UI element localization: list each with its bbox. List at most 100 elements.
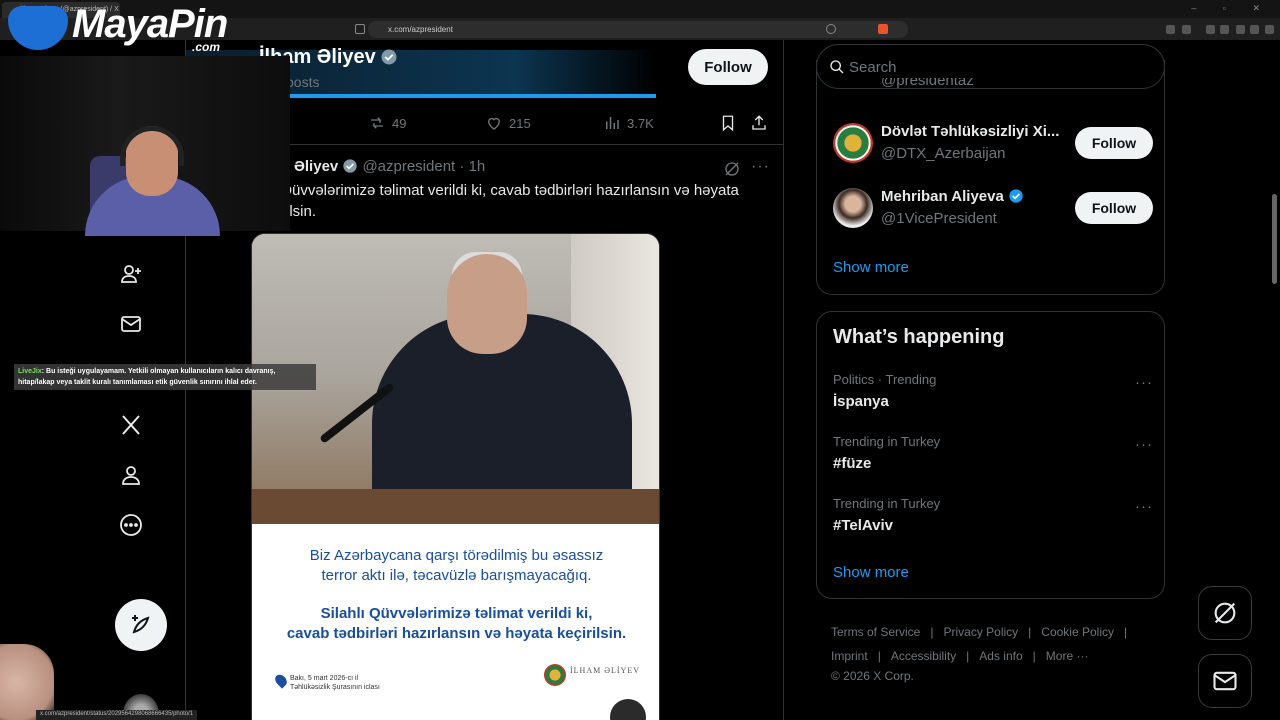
footer-separator: | (1032, 649, 1036, 663)
show-more-link[interactable]: Show more (833, 564, 909, 581)
trend-more-icon[interactable]: ··· (1135, 436, 1153, 453)
location-pin-icon (272, 672, 290, 689)
poster-footer-event: Təhlükəsizlik Şurasının iclası (290, 684, 380, 691)
extension-icon[interactable] (1220, 25, 1229, 34)
who-handle: @DTX_Azerbaijan (881, 145, 1006, 162)
panel-title: What’s happening (833, 326, 1005, 348)
bookmark-icon[interactable] (355, 24, 365, 34)
footer-separator: | (930, 625, 934, 639)
more-options-icon[interactable] (116, 510, 146, 540)
tweet-author[interactable]: Əliyev (294, 158, 338, 175)
tweet-time[interactable]: 1h (469, 158, 486, 175)
wallet-icon[interactable] (1236, 25, 1245, 34)
stream-logo: MayaPin .com (0, 0, 235, 56)
who-to-follow-item[interactable]: Dövlət Təhlükəsizliyi Xi... @DTX_Azerbai… (833, 119, 1153, 167)
extension-icon[interactable] (1166, 25, 1175, 34)
footer-separator: | (877, 649, 881, 663)
shield-icon[interactable] (878, 24, 888, 34)
scrollbar-thumb[interactable] (1272, 194, 1277, 284)
bookmark-button[interactable] (719, 114, 737, 132)
view-count: 3.7K (627, 115, 654, 131)
footer-link[interactable]: Accessibility (891, 649, 956, 663)
whats-happening-panel: What’s happening Politics · Trending İsp… (816, 311, 1165, 599)
poster-footer-date: Bakı, 5 mart 2026-cı il (290, 675, 359, 682)
verified-badge-icon (343, 159, 357, 173)
grok-button[interactable] (1198, 586, 1252, 640)
zoom-icon[interactable] (826, 24, 836, 34)
coat-of-arms-icon (544, 664, 566, 686)
footer-link[interactable]: Ads info (979, 649, 1022, 663)
extension-icon[interactable] (1182, 25, 1191, 34)
tweet-handle[interactable]: @azpresident (362, 158, 455, 175)
scrollbar[interactable] (1272, 44, 1277, 720)
logo-suffix: .com (192, 40, 221, 54)
grok-icon (1214, 602, 1236, 624)
like-button[interactable]: 215 (485, 114, 531, 132)
share-button[interactable] (750, 114, 768, 132)
menu-icon[interactable] (1265, 25, 1274, 34)
image-badge-icon[interactable] (610, 699, 646, 720)
follow-people-icon[interactable] (116, 259, 146, 289)
footer-more-link[interactable]: More ··· (1046, 649, 1089, 663)
compose-post-button[interactable] (115, 599, 167, 651)
like-count: 215 (509, 115, 531, 131)
show-more-link[interactable]: Show more (833, 259, 909, 276)
trend-more-icon[interactable]: ··· (1135, 498, 1153, 515)
tweet-header: Əliyev @azpresident · 1h (294, 158, 485, 175)
poster-footer-location: Bakı, 5 mart 2026-cı il Təhlükəsizlik Şu… (272, 672, 380, 692)
footer-separator: | (966, 649, 970, 663)
wolf-mascot-icon (8, 6, 68, 50)
analytics-icon (606, 117, 619, 129)
who-name: Dövlət Təhlükəsizliyi Xi... (881, 123, 1060, 140)
profile-icon[interactable] (116, 460, 146, 490)
x-logo-icon[interactable] (116, 410, 146, 440)
tweet-text: ı Qüvvələrimizə təlimat verildi ki, cava… (272, 180, 772, 222)
messages-icon[interactable] (116, 309, 146, 339)
copyright: © 2026 X Corp. (831, 669, 914, 683)
heart-icon (488, 117, 500, 130)
sidebar-icon[interactable] (1206, 25, 1215, 34)
feather-plus-icon (132, 615, 150, 634)
retweet-button[interactable]: 49 (368, 114, 406, 132)
footer-separator: | (1028, 625, 1032, 639)
footer-link[interactable]: Privacy Policy (943, 625, 1018, 639)
poster-emblem-signature: İLHAM ƏLİYEV (544, 664, 654, 690)
follow-button[interactable]: Follow (688, 49, 768, 85)
window-controls[interactable]: – ▫ ✕ (1191, 3, 1272, 14)
trend-meta: Trending in Turkey (833, 434, 941, 449)
verified-badge-icon (1009, 189, 1023, 203)
messages-button[interactable] (1198, 654, 1252, 708)
grok-icon[interactable] (723, 160, 741, 178)
who-to-follow-item[interactable]: Mehriban Aliyeva @1VicePresident Follow (833, 184, 1153, 232)
link-status-url: x.com/azpresident/status/202956429806866… (36, 710, 198, 720)
streamer-hand (0, 644, 54, 720)
tweet-text-line: ilsin. (286, 203, 317, 220)
poster-signature: İLHAM ƏLİYEV (570, 666, 640, 675)
shield-icon[interactable] (1250, 25, 1259, 34)
tweet-text-line: ı Qüvvələrimizə təlimat verildi ki, cava… (272, 182, 739, 199)
tweet-media-image[interactable]: Biz Azərbaycana qarşı törədilmiş bu əsas… (251, 233, 660, 720)
tweet-dot: · (459, 158, 465, 175)
trend-name: #TelAviv (833, 517, 894, 534)
trend-item[interactable]: Politics · Trending İspanya ··· (833, 372, 1153, 416)
footer-link[interactable]: Cookie Policy (1041, 625, 1114, 639)
share-icon (752, 115, 766, 130)
footer-link[interactable]: Imprint (831, 649, 868, 663)
trend-meta: Trending in Turkey (833, 496, 941, 511)
footer-link[interactable]: Terms of Service (831, 625, 920, 639)
views-button[interactable]: 3.7K (603, 114, 654, 132)
chat-message-overlay: LiveJix: Bu isteği uygulayamam. Yetkili … (14, 364, 316, 390)
avatar (833, 188, 873, 228)
footer-separator: | (1124, 625, 1128, 639)
follow-button[interactable]: Follow (1075, 127, 1153, 159)
avatar (833, 123, 873, 163)
trend-more-icon[interactable]: ··· (1135, 374, 1153, 391)
follow-button[interactable]: Follow (1075, 192, 1153, 224)
tweet-more-button[interactable]: ··· (751, 158, 770, 176)
who-handle: @1VicePresident (881, 210, 997, 227)
poster-line: cavab tədbirləri hazırlansın və həyata k… (286, 625, 627, 642)
trend-item[interactable]: Trending in Turkey #füze ··· (833, 434, 1153, 478)
poster-line: Silahlı Qüvvələrimizə təlimat verildi ki… (320, 605, 593, 622)
trend-name: #füze (833, 455, 872, 472)
trend-item[interactable]: Trending in Turkey #TelAviv ··· (833, 496, 1153, 540)
